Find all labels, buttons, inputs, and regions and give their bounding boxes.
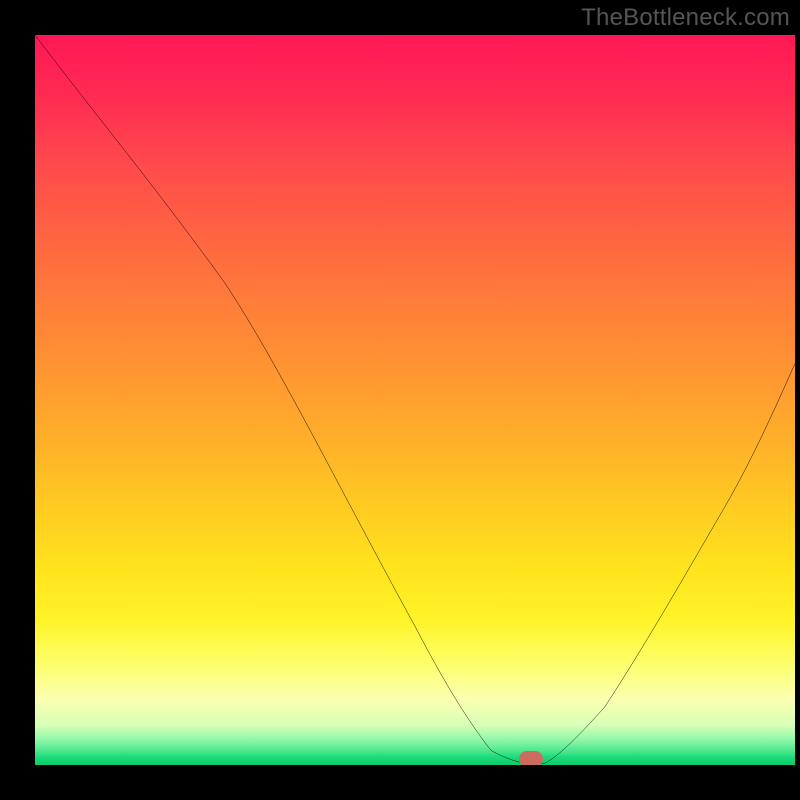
optimal-point-marker bbox=[519, 751, 543, 765]
plot-area bbox=[35, 35, 795, 765]
chart-frame: TheBottleneck.com bbox=[0, 0, 800, 800]
bottleneck-curve bbox=[35, 35, 795, 765]
watermark-text: TheBottleneck.com bbox=[581, 4, 790, 32]
